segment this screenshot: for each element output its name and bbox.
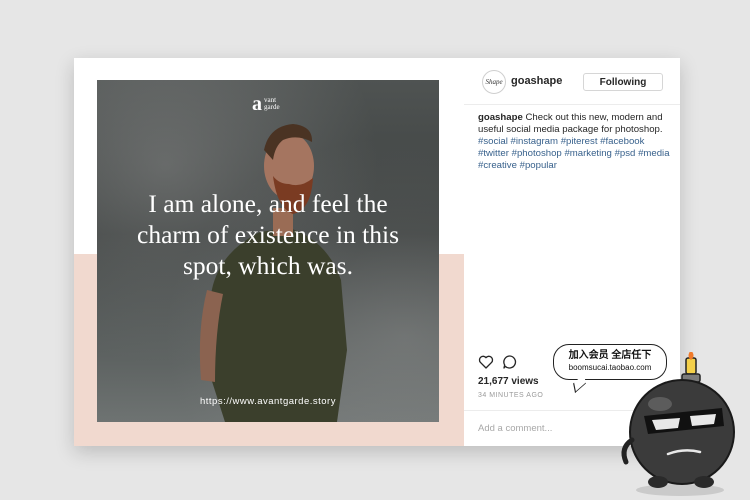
hashtag[interactable]: #instagram xyxy=(511,136,558,147)
hashtag[interactable]: #twitter xyxy=(478,148,509,159)
following-button[interactable]: Following xyxy=(583,73,663,91)
hashtag[interactable]: #marketing xyxy=(564,148,611,159)
caption-username[interactable]: goashape xyxy=(478,112,523,123)
hashtag[interactable]: #piterest xyxy=(561,136,598,147)
heart-icon[interactable] xyxy=(478,354,494,370)
post-time: 34 MINUTES AGO xyxy=(478,392,544,399)
hashtag[interactable]: #popular xyxy=(520,160,557,171)
hashtag[interactable]: #facebook xyxy=(600,136,644,147)
post-url: https://www.avantgarde.story xyxy=(200,396,336,407)
view-count: 21,677 views xyxy=(478,376,539,387)
header-divider xyxy=(464,104,680,105)
comment-icon[interactable] xyxy=(502,354,518,370)
hashtag[interactable]: #photoshop xyxy=(512,148,562,159)
brand-mark: a xyxy=(252,93,262,115)
hashtag[interactable]: #social xyxy=(478,136,508,147)
bomb-mascot-icon xyxy=(621,352,735,496)
post-quote: I am alone, and feel the charm of existe… xyxy=(137,189,399,280)
hashtag[interactable]: #psd xyxy=(615,148,636,159)
action-bar xyxy=(478,354,518,370)
header-username[interactable]: goashape xyxy=(511,75,562,87)
brand-name: vant garde xyxy=(264,96,280,111)
caption: goashape Check out this new, modern and … xyxy=(478,112,673,172)
post-image[interactable]: a vant garde I am alone, and feel the ch… xyxy=(97,80,439,422)
hashtag[interactable]: #creative xyxy=(478,160,517,171)
hashtag[interactable]: #media xyxy=(638,148,669,159)
comment-input[interactable]: Add a comment... xyxy=(478,423,552,434)
post-card: a vant garde I am alone, and feel the ch… xyxy=(74,58,680,446)
avatar[interactable]: Shape xyxy=(482,70,506,94)
brand-logo: a vant garde xyxy=(252,94,286,114)
